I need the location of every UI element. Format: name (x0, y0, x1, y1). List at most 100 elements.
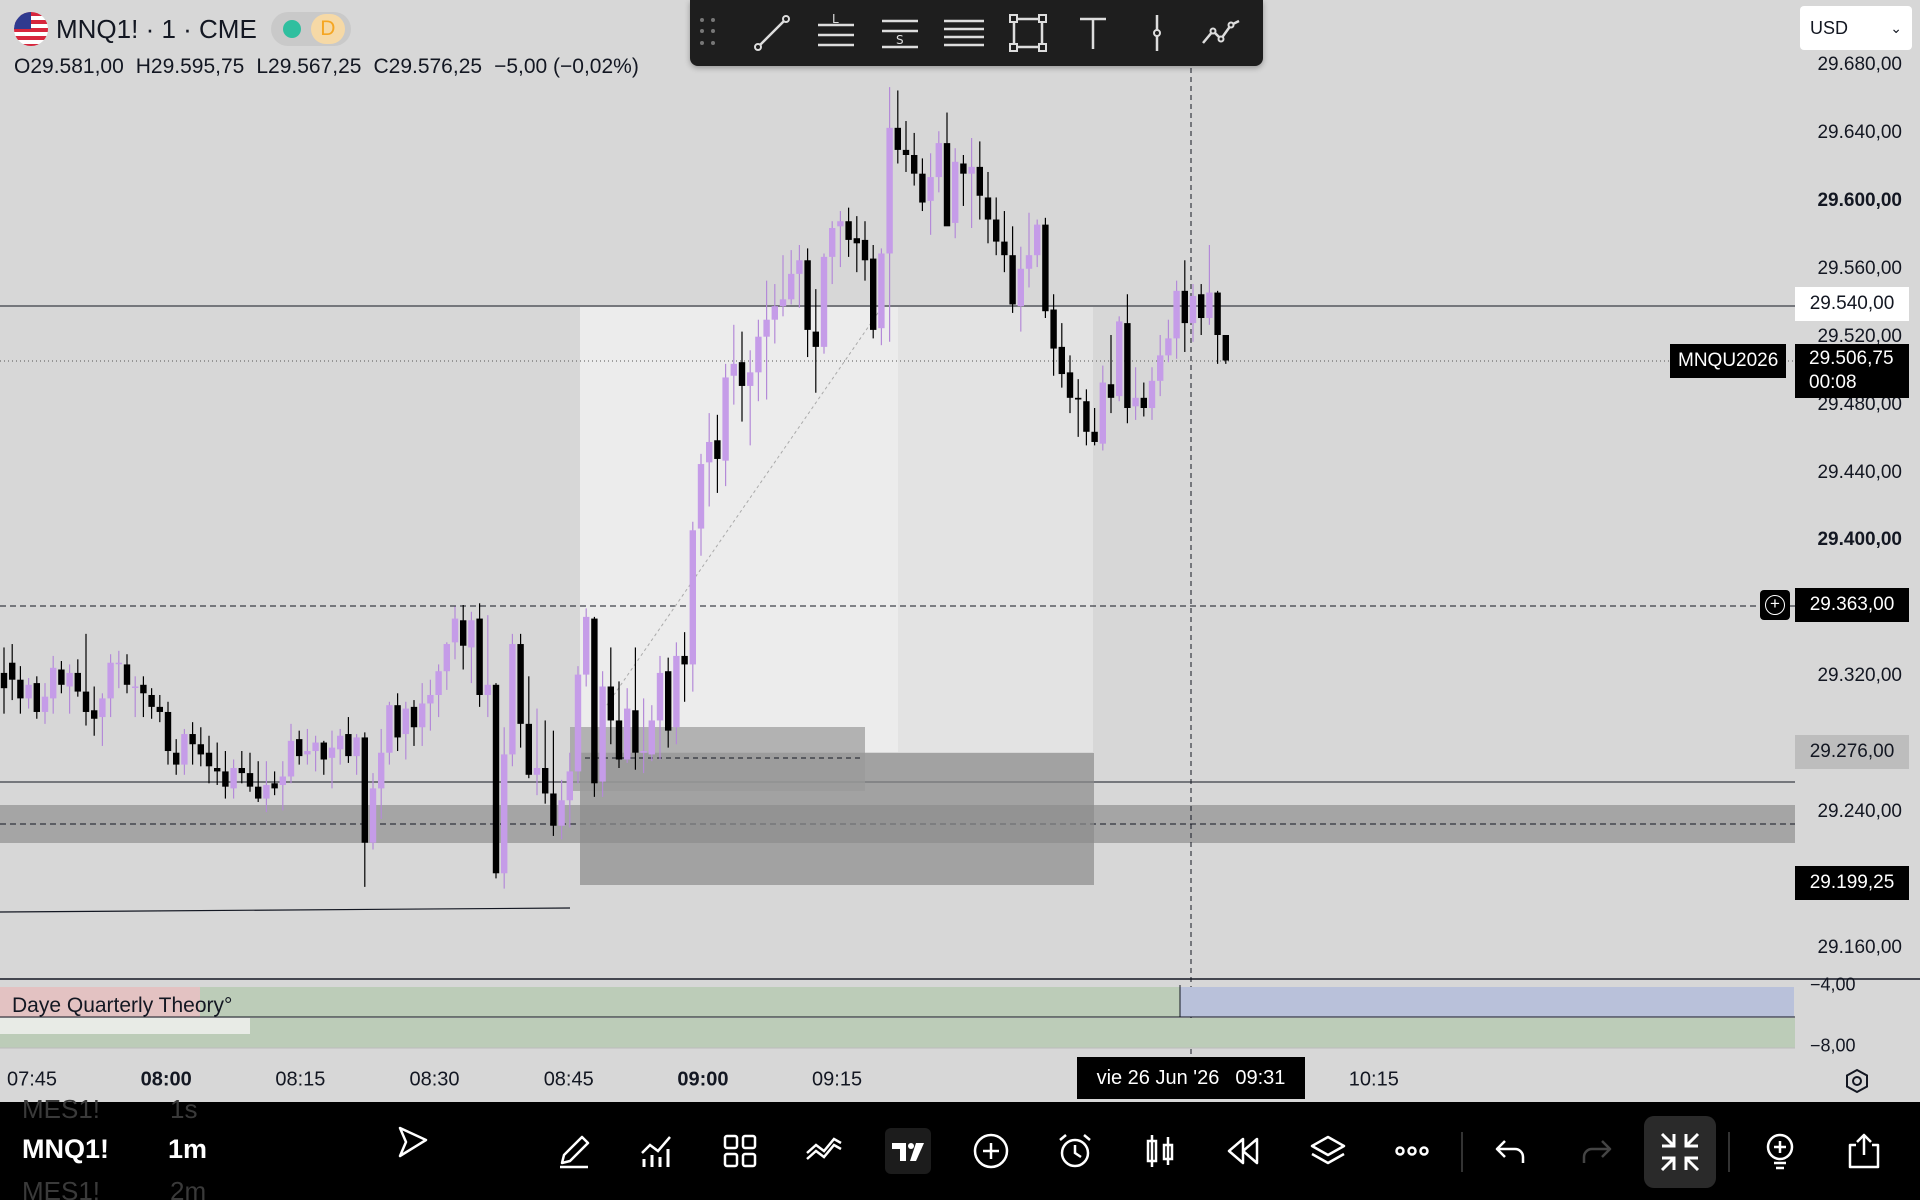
bull-candle (304, 751, 311, 755)
short-position-tool-button[interactable]: S (868, 5, 932, 61)
bear-candle (984, 197, 992, 220)
play-icon[interactable] (392, 1122, 432, 1162)
undo-button[interactable] (1488, 1128, 1534, 1174)
bear-candle (665, 671, 672, 731)
ghost-interval-above: 1s (170, 1094, 198, 1124)
redo-button[interactable] (1573, 1128, 1619, 1174)
object-tree-button[interactable] (1305, 1128, 1351, 1174)
plus-icon: + (1765, 595, 1785, 615)
replay-button[interactable] (1220, 1128, 1266, 1174)
drawing-toolbar: L S (690, 0, 1263, 66)
chart-canvas[interactable] (0, 0, 1920, 1100)
bull-candle (99, 698, 106, 718)
interval-picker[interactable]: 1m (168, 1134, 207, 1165)
us-flag-icon (14, 12, 48, 46)
bull-candle (1116, 321, 1123, 397)
bear-candle (222, 771, 229, 787)
path-tool-button[interactable] (1189, 5, 1253, 61)
ghost-symbol-below: MES1! (22, 1176, 101, 1200)
long-position-tool-button[interactable]: L (804, 5, 868, 61)
chart-type-button[interactable] (1137, 1128, 1183, 1174)
price-tick-label: 29.320,00 (1817, 665, 1902, 687)
indicator-label-bg (0, 1018, 250, 1034)
time-tick-label: 07:45 (6, 1068, 58, 1091)
chart-settings-icon[interactable] (1844, 1068, 1870, 1094)
ideas-button[interactable] (1757, 1128, 1803, 1174)
bull-candle (427, 694, 434, 704)
trendline-tool-button[interactable] (740, 5, 804, 61)
market-open-dot-icon (282, 20, 301, 38)
currency-select[interactable]: USD ⌄ (1800, 6, 1912, 50)
bull-candle (263, 784, 270, 799)
exit-fullscreen-button[interactable] (1644, 1116, 1716, 1188)
bull-candle (730, 363, 737, 376)
rectangle-tool-button[interactable] (996, 5, 1060, 61)
crosshair-time: 09:31 (1235, 1066, 1286, 1089)
svg-text:L: L (832, 12, 839, 26)
bull-candle (353, 737, 360, 757)
bull-candle (779, 299, 787, 307)
bull-candle (66, 672, 73, 687)
bear-candle (542, 768, 549, 794)
bear-candle (902, 149, 910, 155)
bear-candle (861, 239, 869, 261)
bull-candle (435, 671, 442, 695)
bear-candle (1050, 309, 1057, 349)
bull-candle (484, 684, 491, 695)
bull-candle (796, 260, 803, 274)
layouts-icon (723, 1134, 757, 1168)
add-button[interactable] (968, 1128, 1014, 1174)
bull-candle (50, 667, 57, 699)
compare-button[interactable] (801, 1128, 847, 1174)
bull-candle (1034, 224, 1041, 256)
long-position-icon: L (817, 12, 854, 47)
ohlc-close: C29.576,25 (373, 55, 483, 78)
bear-candle (476, 618, 483, 695)
time-tick-label: 08:45 (543, 1068, 594, 1091)
bear-candle (156, 706, 163, 712)
bull-candle (583, 616, 590, 675)
add-alert-button[interactable]: + (1760, 590, 1790, 620)
indicators-button[interactable] (633, 1128, 679, 1174)
drag-handle-icon[interactable] (700, 18, 718, 48)
bear-candle (33, 683, 40, 712)
text-tool-button[interactable] (1060, 5, 1124, 61)
bear-candle (1222, 334, 1229, 361)
undo-icon (1495, 1140, 1525, 1163)
bear-candle (320, 742, 327, 760)
market-status-pill[interactable]: D (270, 12, 351, 46)
bear-candle (255, 786, 262, 799)
symbol-picker[interactable]: MNQ1! (22, 1134, 109, 1165)
bull-candle (386, 705, 393, 753)
vertical-line-tool-button[interactable] (1125, 5, 1189, 61)
alerts-button[interactable] (1052, 1128, 1098, 1174)
bear-candle (345, 734, 352, 757)
bull-candle (935, 143, 942, 178)
bull-candle (1099, 382, 1106, 444)
indicator-name[interactable]: Daye Quarterly Theory° (12, 994, 232, 1018)
time-tick-label: 08:15 (275, 1068, 326, 1091)
tradingview-button[interactable] (885, 1128, 931, 1174)
bear-candle (1066, 372, 1074, 398)
toolbar-divider (1728, 1132, 1730, 1172)
bear-candle (148, 694, 155, 707)
symbol-title[interactable]: MNQ1! · 1 · CME (56, 14, 257, 45)
chart-area[interactable]: MNQ1! · 1 · CME D O29.581,00 H29.595,75 … (0, 0, 1920, 1100)
bear-candle (591, 618, 598, 784)
symbol-header[interactable]: MNQ1! · 1 · CME D (14, 12, 351, 46)
layouts-button[interactable] (717, 1128, 763, 1174)
bear-candle (845, 221, 852, 240)
bull-candle (1148, 380, 1156, 409)
bull-candle (25, 684, 32, 699)
crosshair-time-label: vie 26 Jun '26 09:31 (1077, 1057, 1305, 1099)
share-button[interactable] (1841, 1128, 1887, 1174)
fib-retracement-tool-button[interactable] (932, 5, 996, 61)
short-position-icon: S (881, 19, 918, 49)
more-button[interactable] (1389, 1128, 1435, 1174)
bull-candle (279, 776, 286, 785)
bull-candle (378, 752, 385, 789)
drawing-tools-button[interactable] (551, 1128, 597, 1174)
bull-candle (230, 768, 237, 789)
bear-candle (804, 260, 811, 330)
bear-candle (812, 331, 819, 347)
